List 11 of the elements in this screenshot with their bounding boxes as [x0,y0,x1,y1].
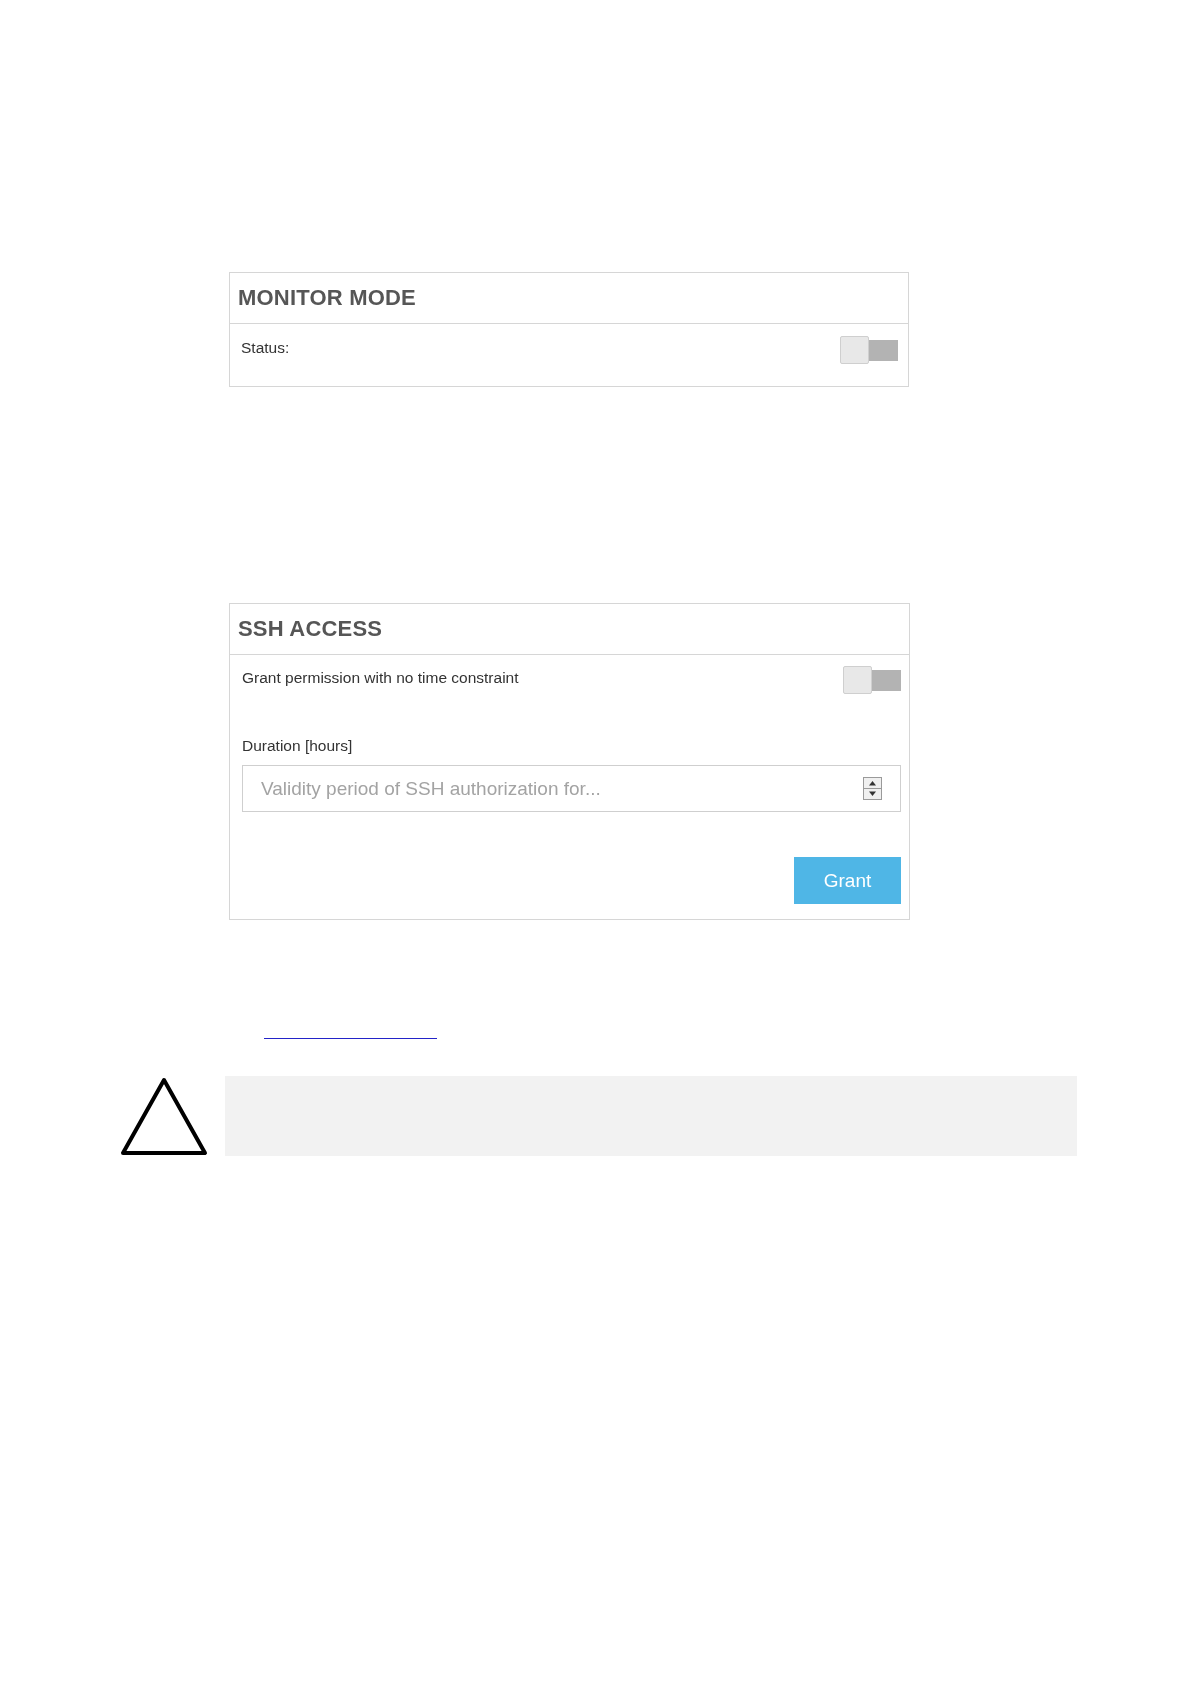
panel-title: MONITOR MODE [238,285,416,311]
permission-toggle[interactable] [843,666,901,694]
duration-input[interactable]: Validity period of SSH authorization for... [242,765,901,812]
panel-title: SSH ACCESS [238,616,383,642]
duration-label: Duration [hours] [242,737,353,755]
grant-button[interactable]: Grant [794,857,901,904]
permission-label: Grant permission with no time constraint [242,669,519,687]
status-label: Status: [241,339,290,357]
status-toggle[interactable] [840,336,898,364]
warning-triangle-icon [120,1076,208,1156]
stepper-arrows-icon[interactable] [863,777,882,800]
